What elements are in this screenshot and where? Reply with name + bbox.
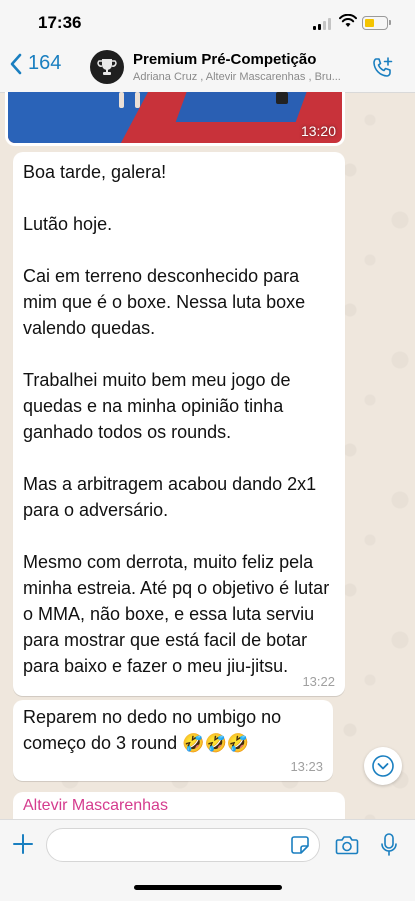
message-time: 13:22	[302, 674, 335, 689]
image-message[interactable]: 13:20	[5, 92, 345, 146]
message-time: 13:20	[300, 123, 336, 139]
trophy-icon	[97, 59, 117, 75]
chat-header: 164 Premium Pré-Competição Adriana Cruz …	[0, 44, 415, 93]
plus-icon[interactable]	[12, 833, 34, 855]
message-time: 13:23	[290, 759, 323, 774]
status-bar: 17:36	[0, 0, 415, 44]
message-input[interactable]	[46, 828, 320, 862]
status-time: 17:36	[38, 13, 82, 32]
wifi-icon	[339, 14, 357, 27]
scroll-to-bottom-button[interactable]	[364, 747, 402, 785]
camera-icon[interactable]	[335, 834, 359, 856]
sticker-icon[interactable]	[290, 835, 310, 855]
battery-icon	[362, 16, 388, 30]
message-text: Reparem no dedo no umbigo no começo do 3…	[23, 707, 287, 753]
back-button[interactable]: 164	[10, 52, 61, 75]
message-text: Boa tarde, galera! Lutão hoje. Cai em te…	[23, 162, 330, 676]
message-bubble[interactable]: Boa tarde, galera! Lutão hoje. Cai em te…	[13, 152, 345, 696]
message-bubble[interactable]: Reparem no dedo no umbigo no começo do 3…	[13, 700, 333, 781]
input-bar	[0, 819, 415, 901]
chevron-down-circle-icon	[372, 755, 394, 777]
group-title[interactable]: Premium Pré-Competição	[133, 51, 316, 68]
chevron-left-icon	[10, 53, 22, 74]
home-indicator	[134, 885, 282, 890]
add-call-icon[interactable]	[370, 56, 394, 80]
microphone-icon[interactable]	[380, 832, 398, 858]
group-avatar[interactable]	[90, 50, 124, 84]
unread-count: 164	[28, 52, 62, 74]
sender-name[interactable]: Altevir Mascarenhas	[23, 797, 168, 814]
cellular-signal-icon	[313, 18, 333, 30]
group-members[interactable]: Adriana Cruz , Altevir Mascarenhas , Bru…	[133, 71, 363, 83]
